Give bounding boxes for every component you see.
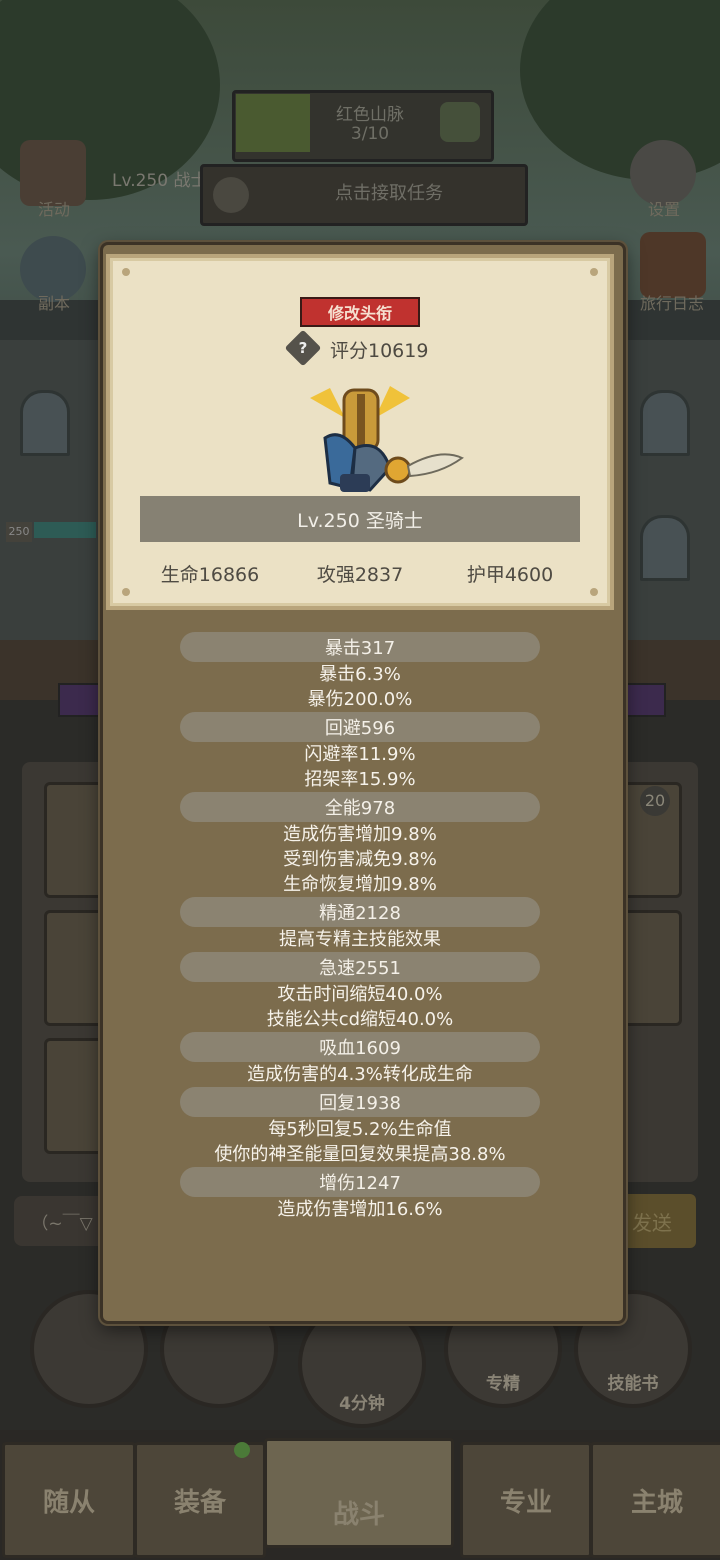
stat-section-header: 吸血1609 bbox=[180, 1032, 540, 1062]
stat-line: 暴伤200.0% bbox=[307, 689, 413, 710]
journal-label: 旅行日志 bbox=[639, 294, 704, 313]
stat-line: 暴击6.3% bbox=[319, 664, 401, 685]
tab-followers[interactable]: 随从 bbox=[2, 1442, 136, 1558]
armor-stat: 护甲4600 bbox=[466, 564, 554, 586]
stat-section-header: 回复1938 bbox=[180, 1087, 540, 1117]
area-name: 红色山脉 bbox=[336, 105, 404, 125]
area-thumb bbox=[236, 94, 310, 152]
stat-line: 造成伤害增加9.8% bbox=[283, 824, 437, 845]
stat-line: 使你的神圣能量回复效果提高38.8% bbox=[214, 1144, 506, 1165]
paladin-portrait bbox=[310, 386, 464, 492]
tab-equipment[interactable]: 装备 bbox=[134, 1442, 266, 1558]
stat-line: 闪避率11.9% bbox=[304, 744, 416, 765]
stat-line: 攻击时间缩短40.0% bbox=[277, 984, 443, 1005]
chat-input[interactable]: （~￣▽ bbox=[14, 1196, 110, 1246]
event-label: 活动 bbox=[37, 200, 70, 219]
journal-icon[interactable] bbox=[640, 232, 706, 298]
stat-line: 受到伤害减免9.8% bbox=[283, 849, 437, 870]
hero-name-bar: Lv.250 圣骑士 bbox=[140, 496, 580, 542]
tab-profession[interactable]: 专业 bbox=[460, 1442, 592, 1558]
hp-tag bbox=[34, 522, 96, 538]
refresh-icon[interactable] bbox=[440, 102, 480, 142]
level-tag: 250 bbox=[6, 522, 32, 542]
attack-stat: 攻强2837 bbox=[316, 564, 404, 586]
tab-main-city[interactable]: 主城 bbox=[590, 1442, 720, 1558]
stat-line: 提高专精主技能效果 bbox=[279, 929, 441, 950]
hp-stat: 生命16866 bbox=[160, 564, 260, 586]
alert-icon bbox=[213, 177, 249, 213]
score-text: 评分10619 bbox=[330, 340, 429, 362]
stat-line: 每5秒回复5.2%生命值 bbox=[268, 1119, 452, 1140]
stat-line: 生命恢复增加9.8% bbox=[283, 874, 437, 895]
count-badge: 20 bbox=[640, 786, 670, 816]
tab-battle[interactable]: 战斗 bbox=[264, 1438, 454, 1548]
notification-dot bbox=[234, 1442, 250, 1458]
stat-section-header: 增伤1247 bbox=[180, 1167, 540, 1197]
stat-list: 暴击317 暴击6.3% 暴伤200.0% 回避596 闪避率11.9% 招架率15.9%… bbox=[130, 632, 590, 1222]
area-progress: 3/10 bbox=[350, 124, 390, 144]
edit-title-button[interactable]: 修改头衔 bbox=[300, 297, 420, 327]
stat-line: 造成伤害增加16.6% bbox=[277, 1199, 443, 1220]
stat-section-header: 精通2128 bbox=[180, 897, 540, 927]
stat-section-header: 急速2551 bbox=[180, 952, 540, 982]
stat-line: 造成伤害的4.3%转化成生命 bbox=[247, 1064, 473, 1085]
stat-section-header: 回避596 bbox=[180, 712, 540, 742]
settings-label: 设置 bbox=[647, 200, 680, 219]
quest-text: 点击接取任务 bbox=[335, 183, 443, 204]
dungeon-label: 副本 bbox=[37, 294, 70, 313]
stat-section-header: 暴击317 bbox=[180, 632, 540, 662]
quest-button[interactable]: 点击接取任务 bbox=[200, 164, 528, 226]
stat-section-header: 全能978 bbox=[180, 792, 540, 822]
stat-line: 技能公共cd缩短40.0% bbox=[266, 1009, 454, 1030]
stat-line: 招架率15.9% bbox=[304, 769, 416, 790]
